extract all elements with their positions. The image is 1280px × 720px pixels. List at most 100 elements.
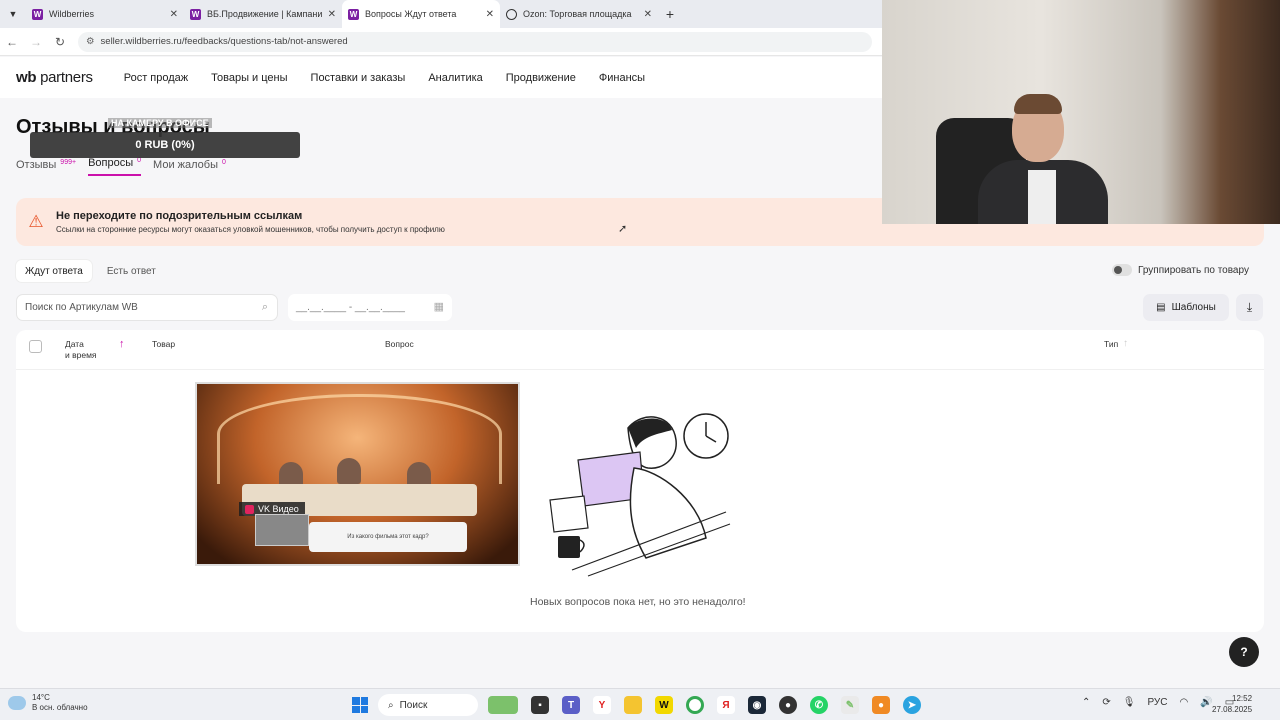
quiz-question[interactable]: Из какого фильма этот кадр?: [309, 522, 467, 552]
search-article-input[interactable]: Поиск по Артикулам WB ⌕: [16, 294, 278, 321]
camera-caption: НА КАМЕРУ В ОФИСЕ: [108, 118, 212, 128]
close-tab-icon[interactable]: ✕: [486, 9, 494, 20]
tab-title: Wildberries: [49, 9, 95, 19]
menu-promotion[interactable]: Продвижение: [506, 72, 576, 84]
count-badge: 0: [137, 157, 142, 164]
site-info-icon[interactable]: ⚙: [86, 36, 95, 47]
webcam-overlay: [882, 0, 1280, 224]
menu-sales-growth[interactable]: Рост продаж: [124, 72, 188, 84]
menu-finance[interactable]: Финансы: [599, 72, 645, 84]
toggle-switch[interactable]: [1112, 264, 1132, 276]
app-icon[interactable]: ●: [872, 696, 890, 714]
browser-tab-ozon[interactable]: Ozon: Торговая площадка ✕: [500, 0, 658, 28]
streamer-shirt: [1028, 170, 1056, 224]
answer-filter-tabs: Ждут ответа Есть ответ: [16, 260, 165, 282]
date-range-input[interactable]: __.__.____ - __.__.____ ▦: [288, 294, 452, 321]
download-icon: ⤓: [1246, 300, 1253, 314]
sort-arrow-icon[interactable]: ↑: [1123, 338, 1128, 349]
url-field[interactable]: ⚙ seller.wildberries.ru/feedbacks/questi…: [78, 31, 872, 52]
vk-video-text: VK Видео: [258, 504, 299, 514]
close-tab-icon[interactable]: ✕: [328, 9, 336, 20]
browser-tab-wildberries[interactable]: W Wildberries ✕: [26, 0, 184, 28]
video-thumbnail[interactable]: [255, 514, 309, 546]
windows-taskbar: 14°C В осн. облачно ⌕ Поиск ▪ T Y W Я ◉ ●…: [0, 688, 1280, 720]
table-header: Дата и время ↑ Товар Вопрос Тип ↑: [16, 330, 1264, 370]
column-date[interactable]: Дата и время: [65, 339, 97, 361]
url-text: seller.wildberries.ru/feedbacks/question…: [100, 36, 348, 47]
yandex-icon[interactable]: Я: [717, 696, 735, 714]
donation-overlay: 0 RUB (0%): [30, 132, 300, 158]
tab-complaints[interactable]: Мои жалобы 0: [153, 159, 226, 176]
tab-questions[interactable]: Вопросы 0: [88, 157, 142, 176]
system-clock[interactable]: 12:52 27.08.2025: [1212, 693, 1252, 715]
tab-title: ВБ.Продвижение | Кампании: [207, 9, 322, 19]
coffee-cup-icon: [558, 536, 580, 558]
calendar-icon[interactable]: ▦: [434, 300, 444, 313]
search-icon[interactable]: ⌕: [262, 301, 268, 314]
widgets-icon[interactable]: [488, 696, 518, 714]
filter-waiting-answer[interactable]: Ждут ответа: [16, 260, 92, 282]
menu-analytics[interactable]: Аналитика: [428, 72, 482, 84]
app-icon[interactable]: W: [655, 696, 673, 714]
count-badge: 0: [222, 159, 226, 166]
chevron-up-icon[interactable]: ⌃: [1082, 697, 1090, 708]
select-all-checkbox[interactable]: [29, 340, 42, 353]
back-arrow-icon[interactable]: ←: [0, 35, 24, 49]
wildberries-favicon-icon: W: [348, 8, 359, 20]
wildberries-favicon-icon: W: [32, 8, 43, 20]
file-explorer-icon[interactable]: [624, 696, 642, 714]
logo-wb: wb: [16, 69, 37, 86]
alert-description: Ссылки на сторонние ресурсы могут оказат…: [56, 225, 445, 234]
vk-video-icon: [245, 504, 254, 514]
templates-button[interactable]: ▤ Шаблоны: [1143, 294, 1229, 321]
warning-triangle-icon: ⚠: [28, 212, 44, 231]
notepad-icon[interactable]: ✎: [841, 696, 859, 714]
wb-partners-logo[interactable]: wb partners: [16, 69, 93, 86]
group-by-product-toggle[interactable]: Группировать по товару: [1112, 264, 1249, 276]
filter-answered[interactable]: Есть ответ: [98, 260, 165, 282]
telegram-icon[interactable]: ➤: [903, 696, 921, 714]
chrome-icon[interactable]: [686, 696, 704, 714]
teams-icon[interactable]: T: [562, 696, 580, 714]
reload-icon[interactable]: ↻: [48, 35, 72, 49]
yandex-browser-icon[interactable]: Y: [593, 696, 611, 714]
terminal-icon[interactable]: ▪: [531, 696, 549, 714]
language-indicator[interactable]: РУС: [1147, 697, 1167, 708]
sort-arrow-up-icon[interactable]: ↑: [119, 338, 125, 350]
taskbar-search-label: Поиск: [399, 699, 428, 711]
close-tab-icon[interactable]: ✕: [170, 9, 178, 20]
column-question: Вопрос: [385, 339, 414, 349]
whatsapp-icon[interactable]: ✆: [810, 696, 828, 714]
wifi-icon[interactable]: ◠: [1180, 697, 1189, 708]
tab-reviews[interactable]: Отзывы 999+: [16, 159, 76, 176]
steam-icon[interactable]: ◉: [748, 696, 766, 714]
microphone-icon[interactable]: 🎙: [1123, 697, 1136, 708]
clock-time: 12:52: [1232, 694, 1253, 703]
forward-arrow-icon[interactable]: →: [24, 35, 48, 49]
tab-list-chevron-icon[interactable]: ▼: [0, 0, 26, 28]
close-tab-icon[interactable]: ✕: [644, 9, 652, 20]
toggle-label: Группировать по товару: [1138, 264, 1249, 276]
windows-start-icon[interactable]: [352, 697, 368, 713]
cloud-icon: [8, 696, 26, 710]
clock-date: 27.08.2025: [1212, 705, 1253, 714]
document-icon: ▤: [1156, 302, 1166, 313]
app-icon[interactable]: ●: [779, 696, 797, 714]
count-badge: 999+: [60, 159, 77, 166]
help-button[interactable]: ?: [1229, 637, 1259, 667]
mouse-cursor-icon: ➚: [618, 223, 628, 235]
browser-tab-questions[interactable]: W Вопросы Ждут ответа ✕: [342, 0, 500, 28]
section-tabs: Отзывы 999+ Вопросы 0 Мои жалобы 0: [16, 157, 226, 176]
new-tab-plus-icon[interactable]: +: [658, 6, 682, 22]
sync-icon[interactable]: ⟳: [1102, 697, 1110, 708]
download-button[interactable]: ⤓: [1236, 294, 1263, 321]
menu-supplies-orders[interactable]: Поставки и заказы: [311, 72, 406, 84]
menu-goods-prices[interactable]: Товары и цены: [211, 72, 287, 84]
video-player[interactable]: VK Видео Из какого фильма этот кадр?: [195, 382, 520, 566]
column-date-line1: Дата: [65, 339, 84, 349]
column-type[interactable]: Тип: [1104, 339, 1118, 349]
weather-widget[interactable]: 14°C В осн. облачно: [8, 693, 88, 713]
browser-tab-promotion[interactable]: W ВБ.Продвижение | Кампании ✕: [184, 0, 342, 28]
speaker-icon[interactable]: 🔊: [1200, 697, 1212, 708]
taskbar-search[interactable]: ⌕ Поиск: [378, 694, 478, 716]
